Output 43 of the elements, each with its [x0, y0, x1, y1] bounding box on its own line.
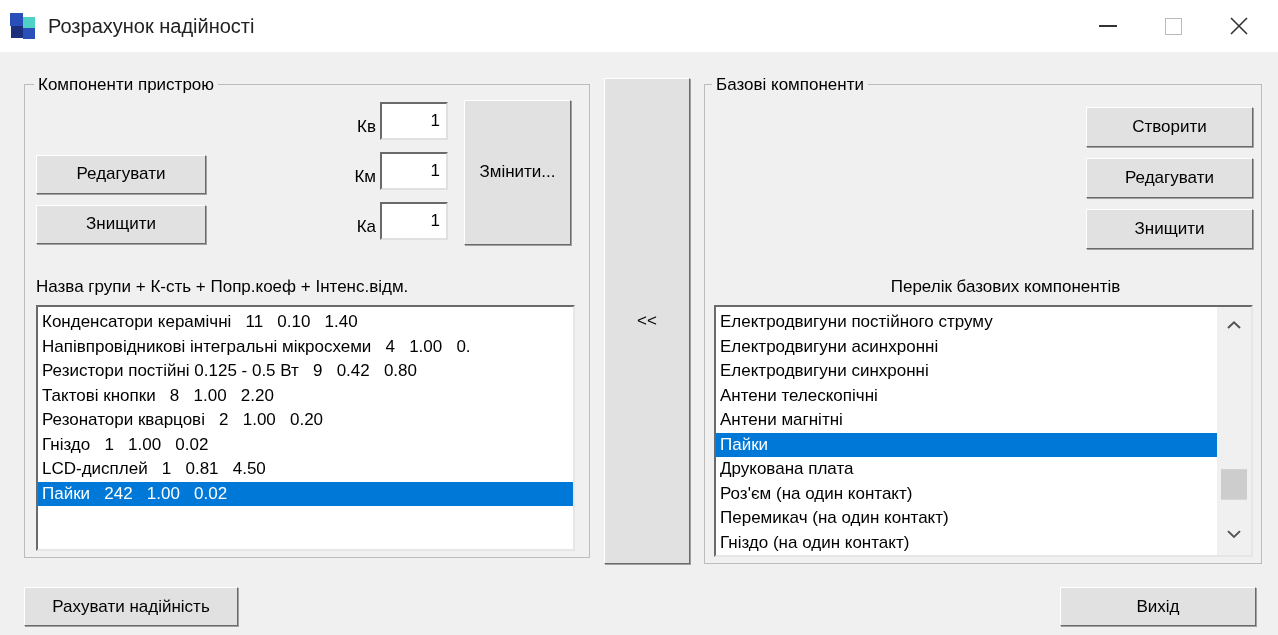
coefficient-field[interactable]: 1: [380, 101, 448, 140]
action-button[interactable]: Створити: [1086, 106, 1253, 147]
change-button[interactable]: Змінити...: [464, 99, 571, 245]
action-button[interactable]: Знищити: [1086, 208, 1253, 249]
list-item[interactable]: Антени телескопічні: [716, 383, 1217, 408]
list-item[interactable]: Електродвигуни постійного струму: [716, 310, 1217, 335]
maximize-icon[interactable]: [1165, 17, 1182, 35]
list-item[interactable]: Резистори постійні 0.125 - 0.5 Вт 9 0.42 0.80: [38, 359, 573, 384]
minimize-icon[interactable]: [1099, 25, 1117, 27]
list-item[interactable]: Напівпровідникові інтегральні мікросхеми 4 1.00 0.: [38, 334, 573, 359]
move-button[interactable]: <<: [604, 78, 690, 564]
list-caption: Перелік базових компонентів: [890, 275, 1121, 298]
list-item[interactable]: Друкована плата: [716, 457, 1217, 482]
cubes-icon: [8, 11, 38, 41]
list-item[interactable]: Конденсатори керамічні 11 0.10 1.40: [38, 310, 573, 335]
action-button[interactable]: Редагувати: [36, 154, 206, 194]
list-item[interactable]: Електродвигуни синхронні: [716, 359, 1217, 384]
coefficient-label: Ка: [355, 216, 376, 238]
list-item[interactable]: Перемикач (на один контакт): [716, 506, 1217, 531]
list-item[interactable]: LCD-дисплей 1 0.81 4.50: [38, 457, 573, 482]
coefficient-field[interactable]: 1: [380, 201, 448, 240]
list-item[interactable]: Пайки: [716, 432, 1217, 457]
list-item[interactable]: Роз'єм (на один контакт): [716, 481, 1217, 506]
scrollbar[interactable]: [1217, 307, 1251, 555]
list-item[interactable]: Тактові кнопки 8 1.00 2.20: [38, 383, 573, 408]
list-item[interactable]: Пайки 242 1.00 0.02: [38, 481, 573, 506]
action-button[interactable]: Редагувати: [1086, 157, 1253, 198]
close-icon[interactable]: [1230, 17, 1248, 35]
window-title: Розрахунок надійності: [48, 14, 255, 39]
group-title: Базові компоненти: [715, 74, 865, 96]
group-title: Компоненти пристрою: [37, 74, 216, 96]
action-button[interactable]: Знищити: [36, 204, 206, 244]
coefficient-label: Км: [353, 166, 376, 188]
calculate-button[interactable]: Рахувати надійність: [24, 587, 238, 626]
exit-button[interactable]: Вихід: [1060, 587, 1256, 626]
list-item[interactable]: Резонатори кварцові 2 1.00 0.20: [38, 408, 573, 433]
list-item[interactable]: Антени магнітні: [716, 408, 1217, 433]
coefficient-label: Кв: [356, 116, 376, 138]
coefficient-field[interactable]: 1: [380, 151, 448, 190]
list-caption: Назва групи + К-сть + Попр.коеф + Інтенс.відм.: [36, 275, 410, 298]
list-item[interactable]: Гніздо 1 1.00 0.02: [38, 432, 573, 457]
list-item[interactable]: Гніздо (на один контакт): [716, 530, 1217, 555]
list-item[interactable]: Електродвигуни асинхронні: [716, 334, 1217, 359]
